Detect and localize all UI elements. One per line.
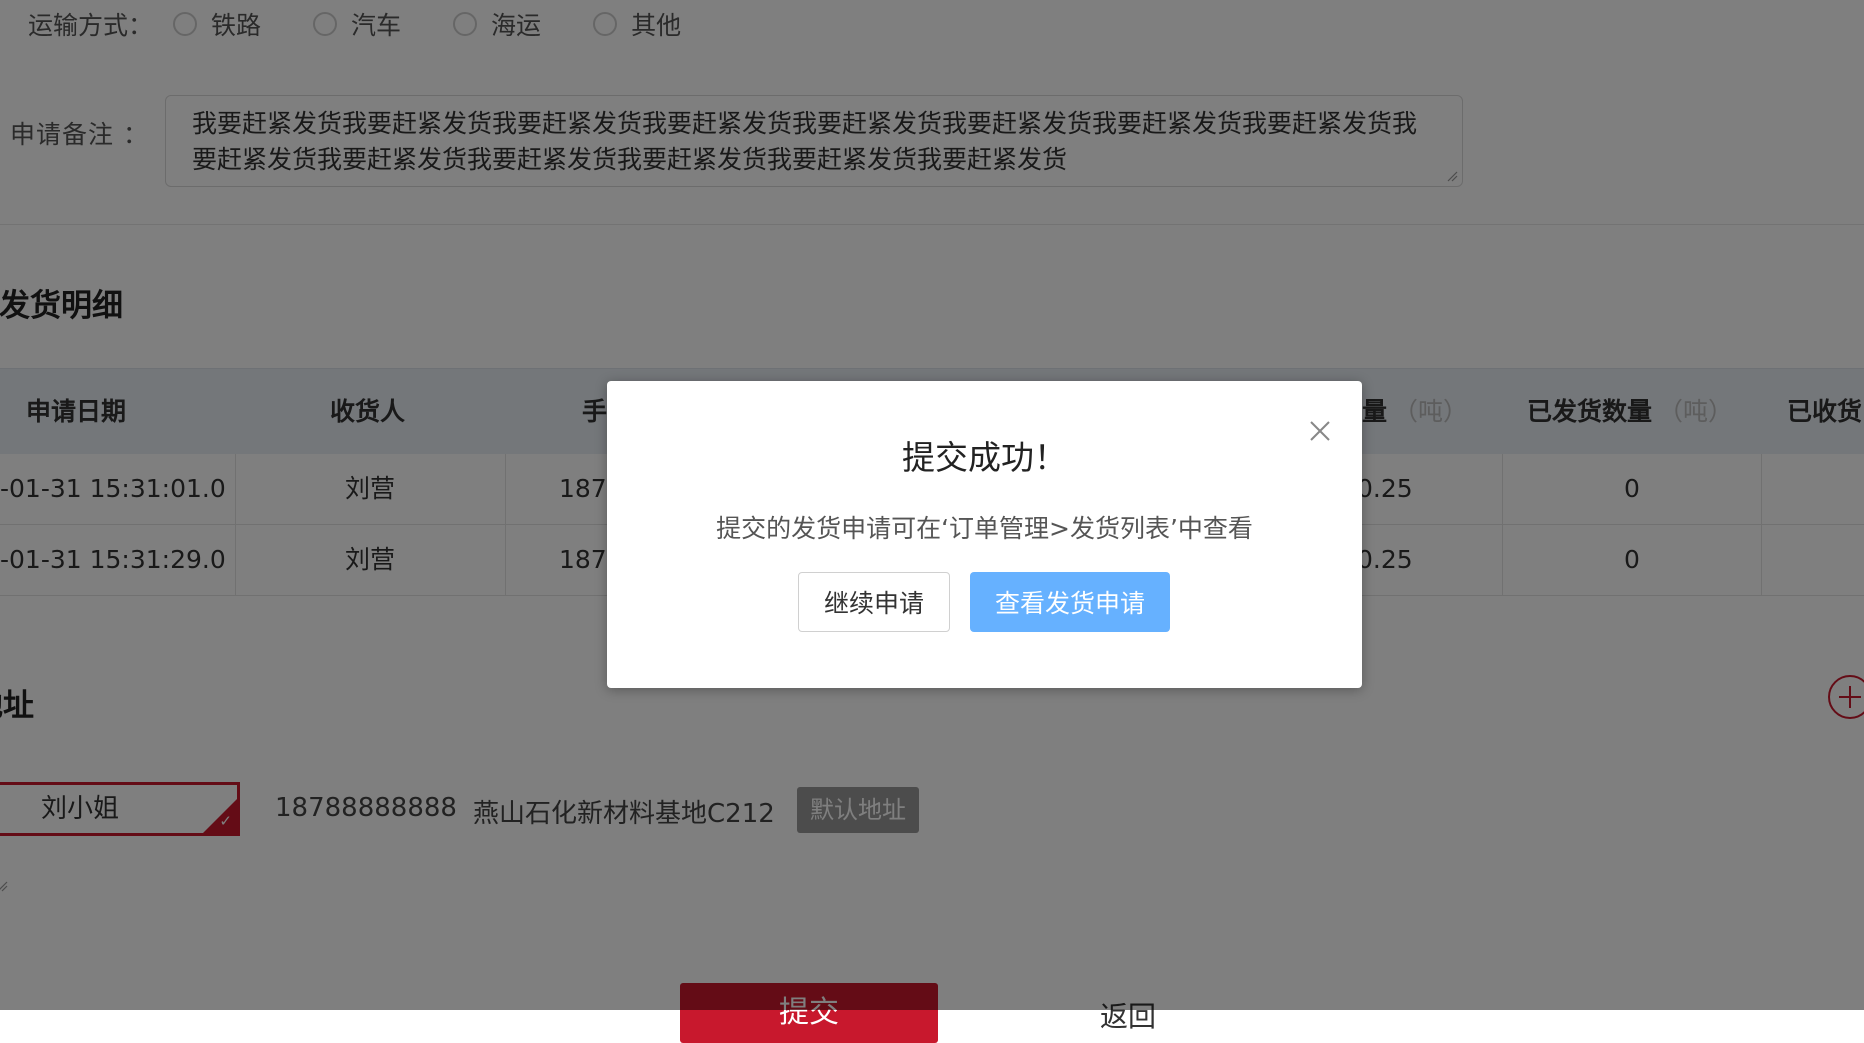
view-shipment-request-button[interactable]: 查看发货申请 [970,572,1170,632]
dialog-title: 提交成功！ [902,438,1067,477]
continue-apply-button[interactable]: 继续申请 [798,572,950,632]
dialog-message: 提交的发货申请可在‘订单管理>发货列表’中查看 [716,514,1253,543]
success-dialog: 提交成功！ 提交的发货申请可在‘订单管理>发货列表’中查看 继续申请 查看发货申… [607,381,1362,688]
